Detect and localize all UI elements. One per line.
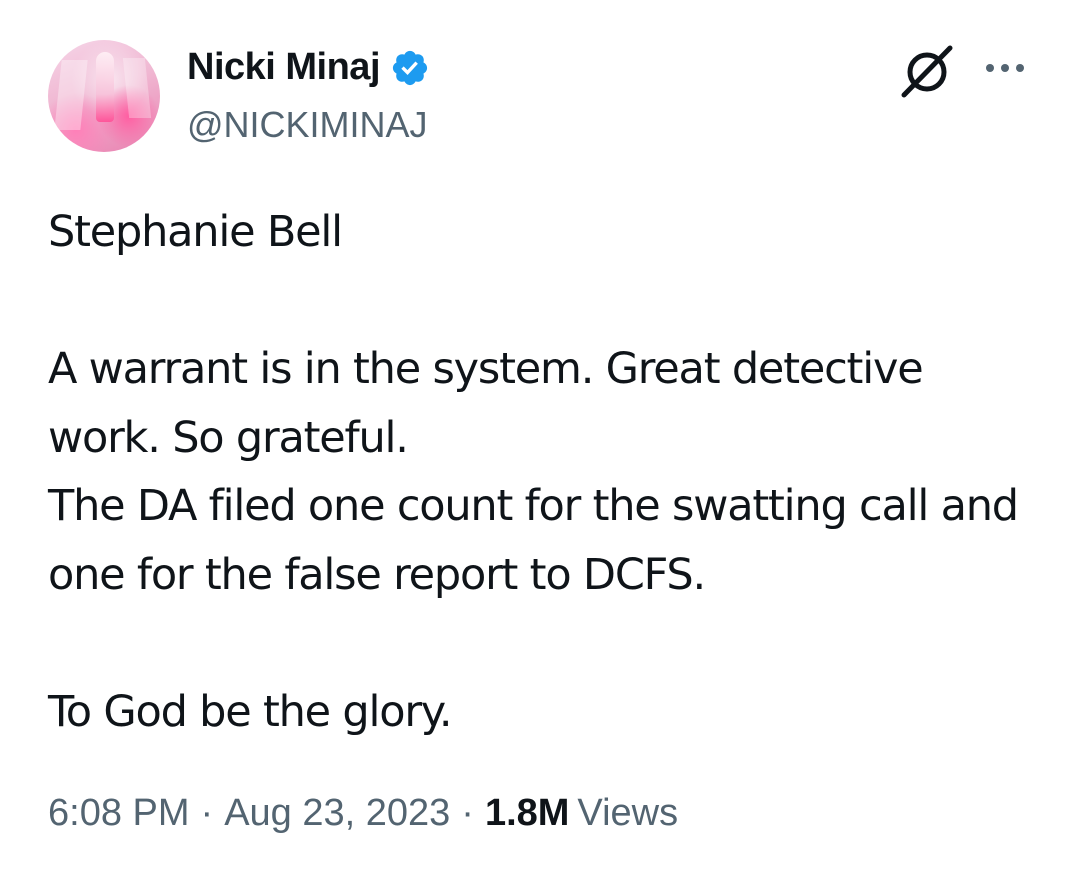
avatar[interactable] (48, 40, 160, 152)
meta-separator: · (461, 792, 474, 834)
views-count[interactable]: 1.8M (485, 792, 569, 835)
author-handle[interactable]: @NICKIMINAJ (187, 104, 428, 146)
verified-badge-icon[interactable] (390, 48, 430, 88)
more-dots-icon[interactable] (982, 58, 1028, 78)
tweet-meta: 6:08 PM · Aug 23, 2023 · 1.8M Views (48, 792, 678, 835)
views-label: Views (577, 792, 679, 834)
tweet-time[interactable]: 6:08 PM (48, 792, 190, 835)
tweet-date[interactable]: Aug 23, 2023 (224, 792, 450, 835)
author-name-row: Nicki Minaj (187, 46, 430, 89)
avatar-image-detail (96, 52, 114, 122)
tweet-text: Stephanie Bell A warrant is in the syste… (48, 207, 1019, 737)
author-name[interactable]: Nicki Minaj (187, 46, 381, 89)
meta-separator: · (200, 792, 214, 834)
grok-icon[interactable] (898, 44, 956, 98)
avatar-image-detail (54, 60, 88, 130)
avatar-image-detail (122, 58, 152, 118)
